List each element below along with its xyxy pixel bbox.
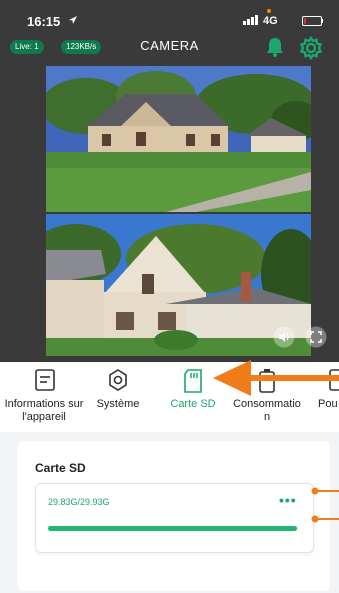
annotation-arrow — [213, 360, 339, 396]
status-bar: 16:15 4G — [0, 0, 339, 34]
bell-icon[interactable] — [264, 36, 286, 58]
storage-usage-text: 29.83G/29.93G — [48, 497, 110, 507]
sd-card-title: Carte SD — [35, 461, 86, 475]
tab-label-consumption: Consommatio n — [233, 398, 301, 423]
settings-icon — [109, 369, 127, 391]
battery-icon — [302, 16, 322, 26]
status-time: 16:15 — [27, 14, 61, 29]
tab-label-system: Système — [96, 398, 140, 410]
storage-progress-bar — [48, 526, 298, 531]
camera-feed-image-1 — [46, 66, 311, 212]
annotation-pointers — [311, 487, 339, 523]
more-options-button[interactable]: ••• — [279, 492, 297, 508]
battery-tip — [321, 19, 323, 23]
sd-card-icon — [184, 369, 202, 393]
page-title: CAMERA — [140, 38, 199, 53]
tab-device-info[interactable]: Informations sur l'appareil — [0, 362, 88, 432]
signal-icon — [243, 15, 258, 25]
device-info-icon — [35, 369, 55, 391]
tab-system[interactable]: Système — [88, 362, 148, 432]
storage-progress-fill — [48, 526, 298, 531]
network-type: 4G — [263, 15, 278, 27]
camera-feed-1[interactable] — [46, 66, 311, 212]
location-arrow-icon — [69, 16, 77, 24]
tab-label-device-info: Informations sur l'appareil — [4, 398, 84, 423]
gear-icon[interactable] — [299, 36, 323, 60]
fullscreen-icon[interactable] — [305, 326, 327, 348]
camera-feed-2[interactable] — [46, 214, 311, 356]
camera-feed-image-2 — [46, 214, 311, 356]
storage-card — [35, 483, 314, 553]
speaker-mute-icon[interactable] — [273, 326, 295, 348]
privacy-dot — [267, 9, 271, 13]
